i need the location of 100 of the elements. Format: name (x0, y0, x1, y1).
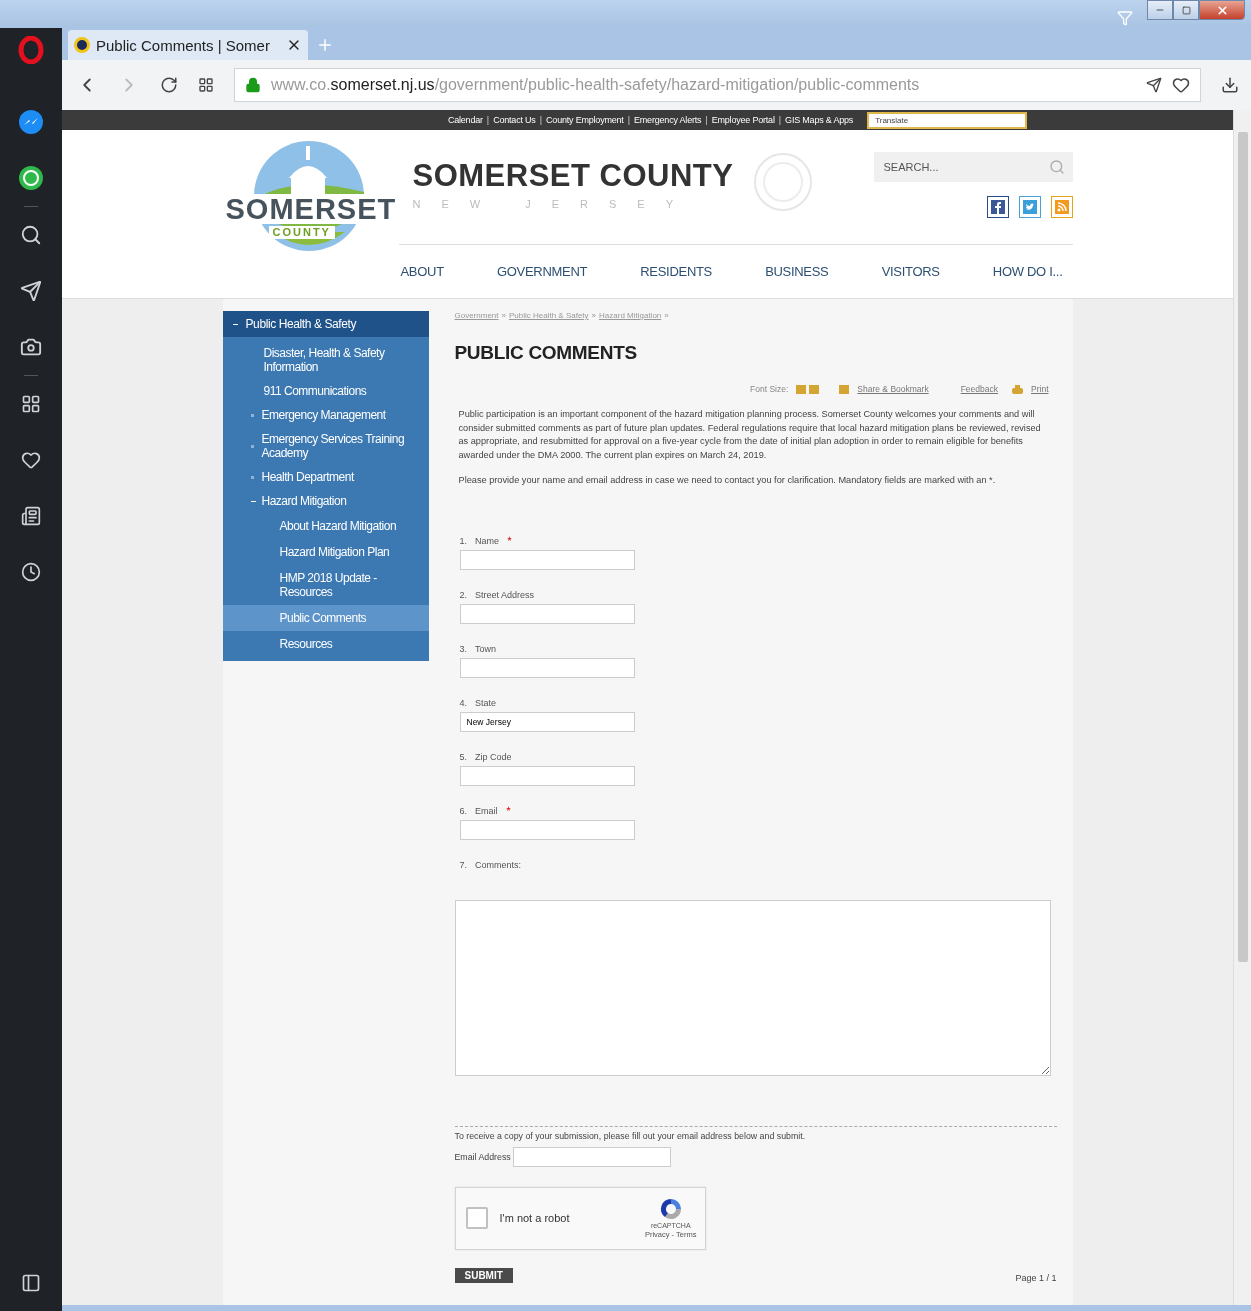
utility-link[interactable]: Emergency Alerts (634, 115, 702, 125)
field-label: Comments: (475, 859, 522, 870)
scrollbar[interactable] (1233, 110, 1251, 1305)
menu-item[interactable]: Hazard Mitigation (222, 489, 429, 513)
utility-link[interactable]: Employee Portal (711, 115, 775, 125)
seal-drawing (752, 152, 813, 212)
twitter-icon[interactable] (1018, 196, 1041, 218)
nav-link[interactable]: GOVERNMENT (496, 264, 588, 279)
download-icon[interactable] (1221, 76, 1239, 94)
share-link[interactable]: Share & Bookmark (857, 384, 929, 394)
menu-item[interactable]: HMP 2018 Update - Resources (222, 565, 429, 605)
field-number: 4. (459, 697, 467, 708)
heart-icon[interactable] (21, 450, 41, 470)
browser-logo-icon[interactable] (18, 36, 44, 64)
messenger-icon[interactable] (18, 109, 44, 135)
field-label: Street Address (475, 589, 535, 600)
panel-icon[interactable] (21, 1273, 41, 1293)
copy-note: To receive a copy of your submission, please fill out your email address below and submit. (454, 1130, 807, 1141)
menu-item[interactable]: Disaster, Health & Safety Information (222, 341, 429, 379)
increase-font-icon[interactable] (796, 384, 807, 394)
nav-link[interactable]: HOW DO I... (992, 264, 1063, 279)
captcha-label: I'm not a robot (499, 1212, 571, 1225)
nav-link[interactable]: RESIDENTS (640, 264, 712, 279)
submit-button[interactable]: SUBMIT (454, 1267, 513, 1283)
breadcrumb-separator: » (664, 311, 669, 320)
captcha-logo-icon (658, 1197, 683, 1222)
breadcrumb-separator: » (591, 311, 597, 320)
menu-heading-label: Public Health & Safety (245, 317, 357, 331)
input-field[interactable] (459, 603, 635, 624)
feedback-link[interactable]: Feedback (960, 384, 998, 394)
browser-tab[interactable]: Public Comments | Somer (68, 30, 308, 60)
printer-icon[interactable] (1012, 384, 1023, 394)
utility-link[interactable]: Calendar (447, 115, 483, 125)
page-title: PUBLIC COMMENTS (454, 342, 638, 364)
menu-item[interactable]: Emergency Services Training Academy (222, 427, 429, 465)
input-field[interactable]: New Jersey (459, 711, 635, 732)
site-title: SOMERSET COUNTY (412, 158, 735, 194)
menu-heading[interactable]: Public Health & Safety (222, 311, 429, 337)
menu-item[interactable]: About Hazard Mitigation (222, 513, 429, 539)
collapsed-icon (250, 475, 254, 479)
print-link[interactable]: Print (1031, 384, 1049, 394)
field-number: 3. (459, 643, 467, 654)
input-field[interactable] (459, 657, 635, 678)
news-icon[interactable] (21, 506, 41, 526)
field-number: 6. (459, 805, 467, 816)
input-field[interactable] (512, 1146, 671, 1167)
minimize-button[interactable] (1147, 0, 1173, 20)
menu-item[interactable]: Resources (222, 631, 429, 657)
address-field[interactable]: www.co.somerset.nj.us/government/public-health-safety/hazard-mitigation/public-comments (234, 68, 1201, 102)
body-paragraph: Please provide your name and email address in case we need to contact you for clarification. Mandatory fields are marked with an *. (458, 474, 997, 488)
close-button[interactable] (1199, 0, 1245, 20)
decrease-font-icon[interactable] (809, 384, 820, 394)
field-label: Town (475, 643, 497, 654)
input-field[interactable] (459, 765, 635, 786)
separator-text: | (778, 115, 782, 125)
font-size-label: Font Size: (750, 384, 789, 394)
search-field[interactable]: SEARCH... (873, 152, 1073, 182)
rss-icon[interactable] (1050, 196, 1073, 218)
chat-icon[interactable] (18, 165, 44, 191)
heart-icon[interactable] (1172, 76, 1190, 94)
close-icon (1215, 3, 1229, 17)
grid-icon[interactable] (198, 77, 214, 93)
menu-item[interactable]: Hazard Mitigation Plan (222, 539, 429, 565)
utility-link[interactable]: County Employment (546, 115, 624, 125)
nav-link[interactable]: ABOUT (400, 264, 444, 279)
field-number: 2. (459, 589, 467, 600)
reload-icon[interactable] (160, 76, 178, 94)
search-icon[interactable] (20, 224, 42, 246)
field-number: 5. (459, 751, 467, 762)
utility-link[interactable]: GIS Maps & Apps (785, 115, 854, 125)
menu-item[interactable]: Health Department (222, 465, 429, 489)
menu-item[interactable]: 911 Communications (222, 379, 429, 403)
field-label: Email Address (454, 1151, 511, 1162)
logo-subtitle: COUNTY (268, 226, 335, 239)
facebook-icon[interactable] (986, 196, 1009, 218)
input-field[interactable] (459, 819, 635, 840)
separator-text: | (705, 115, 708, 125)
field-label: Name (475, 535, 500, 546)
send-icon[interactable] (1146, 77, 1162, 93)
clock-icon[interactable] (21, 562, 41, 582)
share-icon[interactable] (839, 384, 850, 394)
captcha-checkbox[interactable] (465, 1207, 488, 1230)
input-field[interactable] (459, 549, 635, 570)
new-tab-icon[interactable] (316, 36, 334, 54)
field-number: 7. (459, 859, 467, 870)
translate-field[interactable]: Translate (867, 111, 1028, 129)
field-label: State (475, 697, 497, 708)
camera-icon[interactable] (20, 336, 42, 358)
menu-item[interactable]: Emergency Management (222, 403, 429, 427)
required-icon (505, 805, 511, 811)
field-number: 1. (459, 535, 467, 546)
page-indicator: Page 1 / 1 (1015, 1272, 1057, 1283)
nav-link[interactable]: BUSINESS (765, 264, 829, 279)
collapsed-icon (250, 413, 254, 417)
comments-field[interactable] (454, 899, 1051, 1076)
grid-icon[interactable] (21, 394, 41, 414)
utility-link[interactable]: Contact Us (493, 115, 536, 125)
maximize-button[interactable] (1173, 0, 1199, 20)
nav-link[interactable]: VISITORS (881, 264, 940, 279)
field-label: Email (475, 805, 498, 816)
